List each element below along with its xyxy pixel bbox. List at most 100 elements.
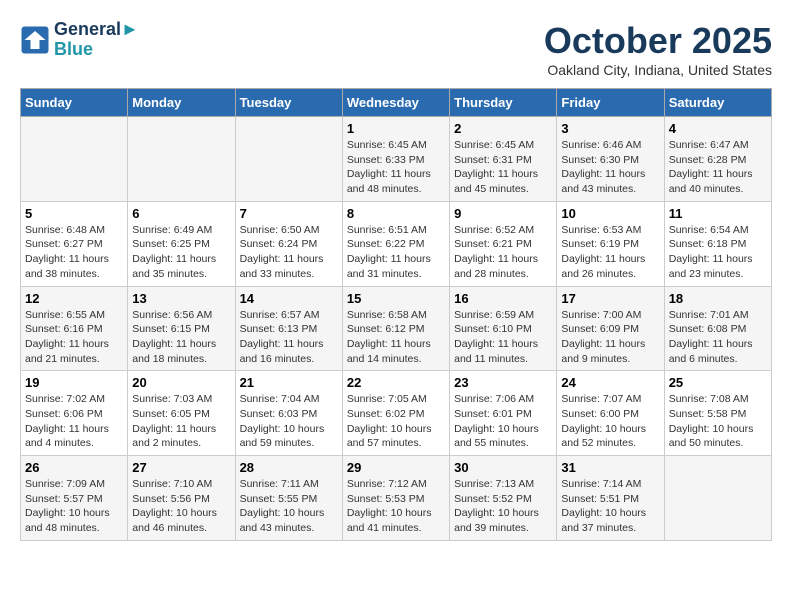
day-info: Sunrise: 7:09 AM Sunset: 5:57 PM Dayligh… — [25, 477, 123, 536]
day-header-tuesday: Tuesday — [235, 89, 342, 117]
calendar-cell: 2 Sunrise: 6:45 AM Sunset: 6:31 PM Daylig… — [450, 117, 557, 202]
day-number: 12 — [25, 291, 123, 306]
calendar-cell: 20Sunrise: 7:03 AM Sunset: 6:05 PM Dayli… — [128, 371, 235, 456]
day-info: Sunrise: 6:58 AM Sunset: 6:12 PM Dayligh… — [347, 308, 445, 367]
calendar-cell: 30 Sunrise: 7:13 AM Sunset: 5:52 PM Dayli… — [450, 456, 557, 541]
day-info: Sunrise: 6:50 AM Sunset: 6:24 PM Dayligh… — [240, 223, 338, 282]
month-title: October 2025 — [544, 20, 772, 62]
calendar-cell: 31 Sunrise: 7:14 AM Sunset: 5:51 PM Dayli… — [557, 456, 664, 541]
calendar-cell: 14Sunrise: 6:57 AM Sunset: 6:13 PM Dayli… — [235, 286, 342, 371]
calendar-week-1: 1 Sunrise: 6:45 AM Sunset: 6:33 PM Daylig… — [21, 117, 772, 202]
day-info: Sunrise: 7:00 AM Sunset: 6:09 PM Dayligh… — [561, 308, 659, 367]
page-header: General► Blue October 2025 Oakland City,… — [20, 20, 772, 78]
day-info: Sunrise: 7:08 AM Sunset: 5:58 PM Dayligh… — [669, 392, 767, 451]
calendar-cell: 8 Sunrise: 6:51 AM Sunset: 6:22 PM Daylig… — [342, 201, 449, 286]
day-number: 8 — [347, 206, 445, 221]
day-info: Sunrise: 6:47 AM Sunset: 6:28 PM Dayligh… — [669, 138, 767, 197]
day-number: 29 — [347, 460, 445, 475]
day-info: Sunrise: 6:57 AM Sunset: 6:13 PM Dayligh… — [240, 308, 338, 367]
day-info: Sunrise: 6:45 AM Sunset: 6:33 PM Dayligh… — [347, 138, 445, 197]
calendar-cell: 28 Sunrise: 7:11 AM Sunset: 5:55 PM Dayli… — [235, 456, 342, 541]
calendar-table: SundayMondayTuesdayWednesdayThursdayFrid… — [20, 88, 772, 541]
day-info: Sunrise: 7:06 AM Sunset: 6:01 PM Dayligh… — [454, 392, 552, 451]
day-header-saturday: Saturday — [664, 89, 771, 117]
day-info: Sunrise: 6:59 AM Sunset: 6:10 PM Dayligh… — [454, 308, 552, 367]
day-number: 21 — [240, 375, 338, 390]
day-number: 3 — [561, 121, 659, 136]
calendar-cell: 27 Sunrise: 7:10 AM Sunset: 5:56 PM Dayli… — [128, 456, 235, 541]
day-info: Sunrise: 7:05 AM Sunset: 6:02 PM Dayligh… — [347, 392, 445, 451]
logo-text: General► Blue — [54, 20, 139, 60]
day-number: 10 — [561, 206, 659, 221]
calendar-cell: 16 Sunrise: 6:59 AM Sunset: 6:10 PM Dayli… — [450, 286, 557, 371]
day-number: 2 — [454, 121, 552, 136]
day-header-thursday: Thursday — [450, 89, 557, 117]
calendar-cell: 5Sunrise: 6:48 AM Sunset: 6:27 PM Daylig… — [21, 201, 128, 286]
day-header-monday: Monday — [128, 89, 235, 117]
calendar-cell: 11Sunrise: 6:54 AM Sunset: 6:18 PM Dayli… — [664, 201, 771, 286]
calendar-cell: 1 Sunrise: 6:45 AM Sunset: 6:33 PM Daylig… — [342, 117, 449, 202]
calendar-week-4: 19 Sunrise: 7:02 AM Sunset: 6:06 PM Dayli… — [21, 371, 772, 456]
calendar-cell — [664, 456, 771, 541]
calendar-cell: 3 Sunrise: 6:46 AM Sunset: 6:30 PM Daylig… — [557, 117, 664, 202]
calendar-cell: 29 Sunrise: 7:12 AM Sunset: 5:53 PM Dayli… — [342, 456, 449, 541]
day-number: 1 — [347, 121, 445, 136]
calendar-cell: 24Sunrise: 7:07 AM Sunset: 6:00 PM Dayli… — [557, 371, 664, 456]
calendar-cell: 22 Sunrise: 7:05 AM Sunset: 6:02 PM Dayli… — [342, 371, 449, 456]
day-number: 7 — [240, 206, 338, 221]
day-header-sunday: Sunday — [21, 89, 128, 117]
day-info: Sunrise: 6:53 AM Sunset: 6:19 PM Dayligh… — [561, 223, 659, 282]
day-info: Sunrise: 7:02 AM Sunset: 6:06 PM Dayligh… — [25, 392, 123, 451]
calendar-cell: 21 Sunrise: 7:04 AM Sunset: 6:03 PM Dayli… — [235, 371, 342, 456]
day-number: 20 — [132, 375, 230, 390]
day-info: Sunrise: 7:01 AM Sunset: 6:08 PM Dayligh… — [669, 308, 767, 367]
day-header-friday: Friday — [557, 89, 664, 117]
calendar-header-row: SundayMondayTuesdayWednesdayThursdayFrid… — [21, 89, 772, 117]
day-number: 17 — [561, 291, 659, 306]
day-number: 28 — [240, 460, 338, 475]
calendar-week-5: 26 Sunrise: 7:09 AM Sunset: 5:57 PM Dayli… — [21, 456, 772, 541]
calendar-cell: 15 Sunrise: 6:58 AM Sunset: 6:12 PM Dayli… — [342, 286, 449, 371]
day-info: Sunrise: 7:13 AM Sunset: 5:52 PM Dayligh… — [454, 477, 552, 536]
calendar-cell — [235, 117, 342, 202]
logo: General► Blue — [20, 20, 139, 60]
calendar-cell: 7 Sunrise: 6:50 AM Sunset: 6:24 PM Daylig… — [235, 201, 342, 286]
calendar-cell: 13Sunrise: 6:56 AM Sunset: 6:15 PM Dayli… — [128, 286, 235, 371]
day-info: Sunrise: 6:45 AM Sunset: 6:31 PM Dayligh… — [454, 138, 552, 197]
day-info: Sunrise: 7:04 AM Sunset: 6:03 PM Dayligh… — [240, 392, 338, 451]
day-info: Sunrise: 7:11 AM Sunset: 5:55 PM Dayligh… — [240, 477, 338, 536]
calendar-cell: 26 Sunrise: 7:09 AM Sunset: 5:57 PM Dayli… — [21, 456, 128, 541]
calendar-body: 1 Sunrise: 6:45 AM Sunset: 6:33 PM Daylig… — [21, 117, 772, 541]
calendar-week-2: 5Sunrise: 6:48 AM Sunset: 6:27 PM Daylig… — [21, 201, 772, 286]
day-info: Sunrise: 7:10 AM Sunset: 5:56 PM Dayligh… — [132, 477, 230, 536]
day-number: 16 — [454, 291, 552, 306]
day-header-wednesday: Wednesday — [342, 89, 449, 117]
day-number: 25 — [669, 375, 767, 390]
calendar-week-3: 12Sunrise: 6:55 AM Sunset: 6:16 PM Dayli… — [21, 286, 772, 371]
day-info: Sunrise: 6:49 AM Sunset: 6:25 PM Dayligh… — [132, 223, 230, 282]
day-number: 30 — [454, 460, 552, 475]
title-block: October 2025 Oakland City, Indiana, Unit… — [544, 20, 772, 78]
day-number: 22 — [347, 375, 445, 390]
calendar-cell: 6Sunrise: 6:49 AM Sunset: 6:25 PM Daylig… — [128, 201, 235, 286]
day-number: 5 — [25, 206, 123, 221]
calendar-cell: 18Sunrise: 7:01 AM Sunset: 6:08 PM Dayli… — [664, 286, 771, 371]
calendar-cell: 19 Sunrise: 7:02 AM Sunset: 6:06 PM Dayli… — [21, 371, 128, 456]
day-info: Sunrise: 6:54 AM Sunset: 6:18 PM Dayligh… — [669, 223, 767, 282]
day-number: 15 — [347, 291, 445, 306]
day-info: Sunrise: 6:51 AM Sunset: 6:22 PM Dayligh… — [347, 223, 445, 282]
day-number: 31 — [561, 460, 659, 475]
day-number: 19 — [25, 375, 123, 390]
day-info: Sunrise: 7:12 AM Sunset: 5:53 PM Dayligh… — [347, 477, 445, 536]
day-number: 27 — [132, 460, 230, 475]
day-number: 24 — [561, 375, 659, 390]
day-number: 26 — [25, 460, 123, 475]
calendar-cell: 10 Sunrise: 6:53 AM Sunset: 6:19 PM Dayli… — [557, 201, 664, 286]
day-info: Sunrise: 6:56 AM Sunset: 6:15 PM Dayligh… — [132, 308, 230, 367]
day-info: Sunrise: 7:14 AM Sunset: 5:51 PM Dayligh… — [561, 477, 659, 536]
calendar-cell: 4 Sunrise: 6:47 AM Sunset: 6:28 PM Daylig… — [664, 117, 771, 202]
day-info: Sunrise: 6:52 AM Sunset: 6:21 PM Dayligh… — [454, 223, 552, 282]
day-number: 4 — [669, 121, 767, 136]
day-info: Sunrise: 6:46 AM Sunset: 6:30 PM Dayligh… — [561, 138, 659, 197]
calendar-cell: 17 Sunrise: 7:00 AM Sunset: 6:09 PM Dayli… — [557, 286, 664, 371]
